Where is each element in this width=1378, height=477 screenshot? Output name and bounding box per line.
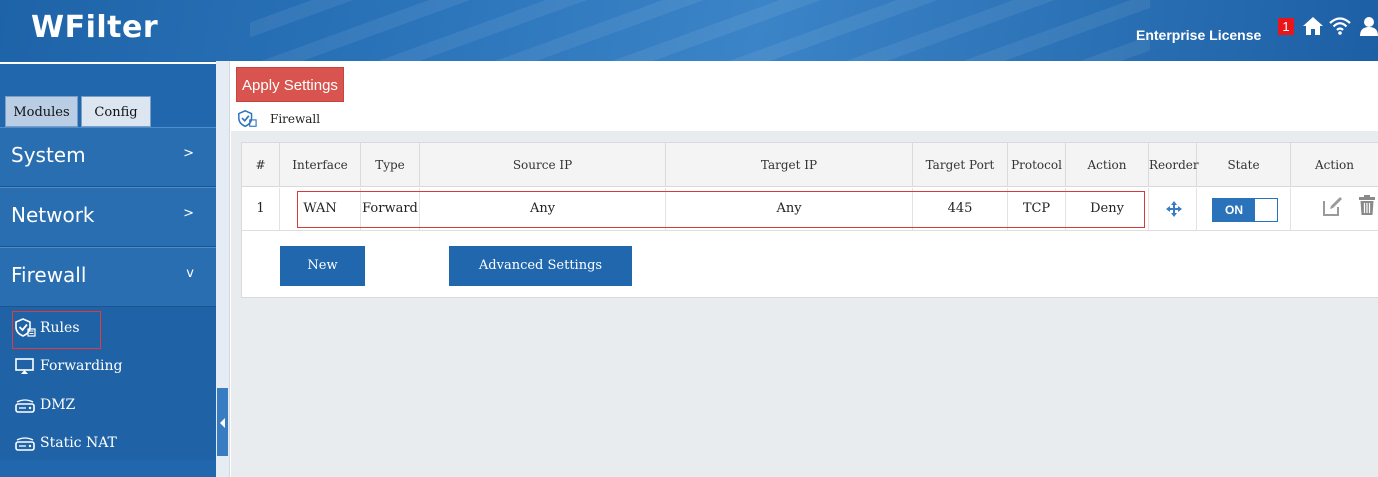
sidebar-item-label: Static NAT	[40, 435, 117, 451]
sidebar-item-dmz[interactable]: DMZ	[14, 393, 75, 417]
chevron-right-icon: >	[183, 206, 194, 221]
notification-badge[interactable]: 1	[1278, 18, 1294, 35]
wifi-icon[interactable]	[1329, 15, 1351, 37]
license-label: Enterprise License	[1136, 27, 1262, 43]
chevron-down-icon: v	[186, 266, 194, 281]
column-header-reorder: Reorder	[1149, 143, 1199, 187]
home-icon[interactable]	[1302, 15, 1324, 37]
new-button[interactable]: New	[280, 246, 365, 286]
sidebar-item-static-nat[interactable]: Static NAT	[14, 431, 117, 455]
column-header-action: Action	[1066, 143, 1149, 187]
trash-icon[interactable]	[1357, 194, 1377, 216]
breadcrumb: Firewall	[270, 112, 321, 126]
selected-item-highlight	[12, 311, 101, 349]
header-decoration	[250, 0, 1150, 61]
row-highlight-box	[297, 191, 1145, 228]
sidebar-item-label: DMZ	[40, 397, 76, 413]
column-header-interface: Interface	[280, 143, 361, 187]
tab-modules[interactable]: Modules	[5, 96, 78, 127]
menu-label-system: System	[11, 143, 86, 167]
column-header-type: Type	[361, 143, 420, 187]
tab-config[interactable]: Config	[81, 96, 151, 127]
edit-icon[interactable]	[1322, 196, 1343, 216]
column-header-state: State	[1197, 143, 1291, 187]
menu-label-firewall: Firewall	[11, 263, 87, 287]
advanced-settings-button[interactable]: Advanced Settings	[449, 246, 632, 286]
column-header-target-ip: Target IP	[666, 143, 913, 187]
move-arrows-icon[interactable]	[1165, 200, 1183, 218]
sidebar-divider	[0, 62, 216, 64]
menu-system[interactable]: System >	[0, 127, 216, 187]
router-icon	[15, 399, 35, 413]
column-header-protocol: Protocol	[1008, 143, 1066, 187]
row-divider	[242, 230, 1378, 231]
chevron-left-icon	[220, 418, 225, 428]
toggle-on-label: ON	[1213, 199, 1255, 221]
menu-firewall[interactable]: Firewall v	[0, 247, 216, 307]
shield-check-icon	[238, 110, 257, 128]
monitor-icon	[15, 358, 34, 374]
column-header-actions: Action	[1315, 158, 1354, 172]
apply-settings-button[interactable]: Apply Settings	[236, 67, 344, 102]
sidebar-item-forwarding[interactable]: Forwarding	[14, 354, 123, 378]
state-toggle[interactable]: ON	[1212, 198, 1278, 222]
sidebar-item-label: Forwarding	[40, 358, 123, 374]
router-icon	[15, 437, 35, 451]
column-header-number: #	[242, 143, 280, 187]
user-icon[interactable]	[1358, 15, 1378, 37]
menu-label-network: Network	[11, 203, 95, 227]
column-header-source-ip: Source IP	[420, 143, 666, 187]
column-header-target-port: Target Port	[913, 143, 1008, 187]
cell-number: 1	[242, 188, 280, 230]
brand-logo: WFilter	[31, 10, 159, 45]
menu-network[interactable]: Network >	[0, 187, 216, 247]
chevron-right-icon: >	[183, 146, 194, 161]
